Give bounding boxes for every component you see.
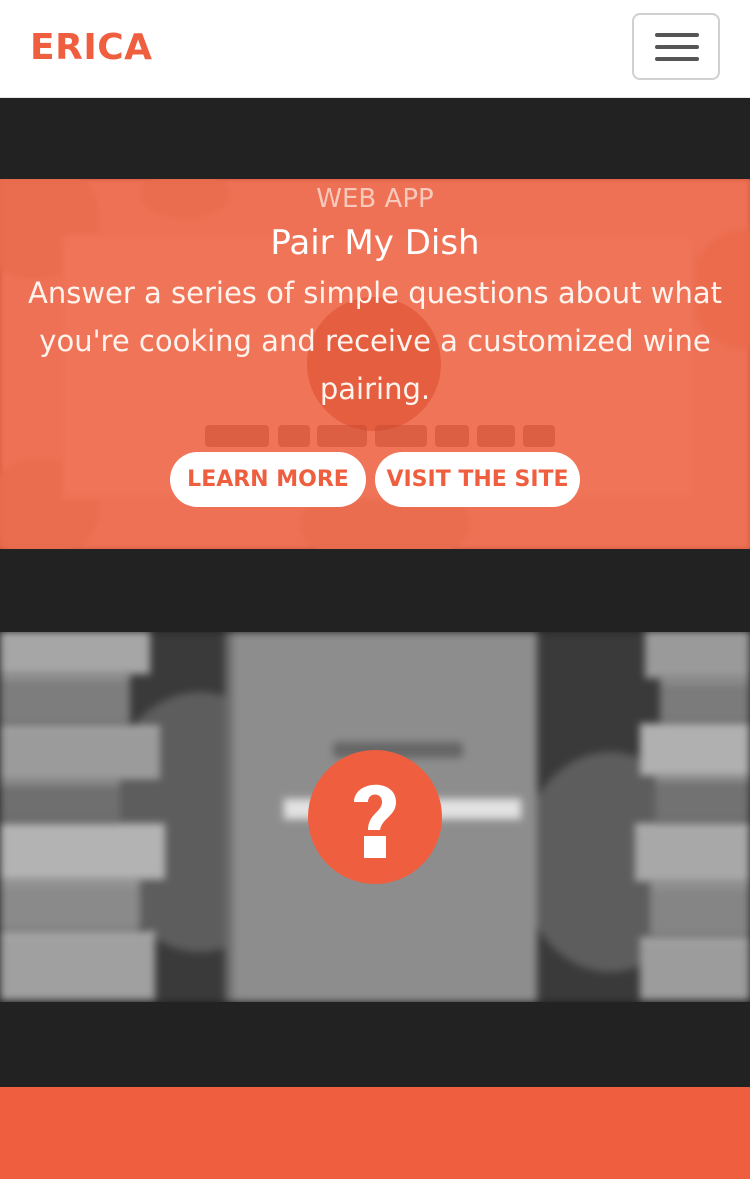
section-spacer bbox=[0, 98, 750, 179]
visit-site-button[interactable]: VISIT THE SITE bbox=[375, 452, 580, 507]
brand-logo[interactable]: ERICA bbox=[30, 24, 153, 72]
learn-more-button[interactable]: LEARN MORE bbox=[170, 452, 366, 507]
project-description: Answer a series of simple questions abou… bbox=[28, 276, 722, 406]
project-category: WEB APP bbox=[316, 184, 434, 214]
section-spacer bbox=[0, 1002, 750, 1087]
navbar: ERICA bbox=[0, 0, 750, 98]
footer-band bbox=[0, 1087, 750, 1179]
project-card-pair-my-dish: WEB APP Pair My Dish Answer a series of … bbox=[0, 179, 750, 549]
project-title: Pair My Dish bbox=[270, 223, 480, 263]
section-spacer bbox=[0, 549, 750, 632]
question-mark-icon bbox=[308, 750, 442, 884]
menu-toggle-button[interactable] bbox=[632, 13, 720, 80]
